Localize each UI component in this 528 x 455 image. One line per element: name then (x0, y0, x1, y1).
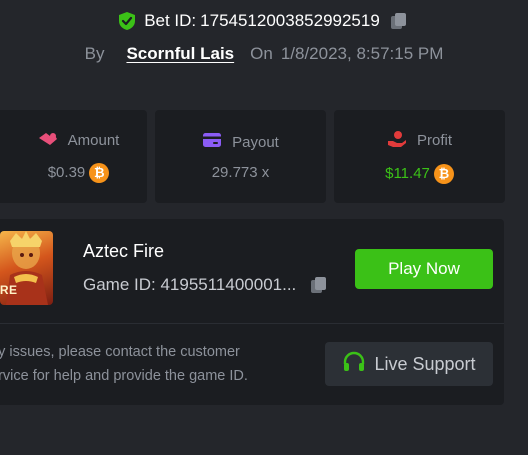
profit-card: Profit $11.47 ₿ (334, 110, 505, 203)
bitcoin-icon: ₿ (89, 162, 110, 183)
play-now-button[interactable]: Play Now (355, 249, 493, 289)
payout-card: Payout 29.773 x (155, 110, 326, 203)
game-id-row: Game ID: 4195511400001... (83, 274, 330, 296)
bet-id-value: 1754512003852992519 (200, 11, 380, 30)
copy-icon[interactable] (308, 274, 330, 296)
card-icon (202, 132, 222, 152)
username-link[interactable]: Scornful Lais (126, 44, 234, 64)
game-thumbnail[interactable]: IRE (0, 231, 53, 305)
live-support-label: Live Support (374, 353, 476, 374)
help-text: ny issues, please contact the customer e… (0, 340, 280, 388)
help-text-line: ervice for help and provide the game ID. (0, 368, 248, 384)
game-id-text: Game ID: 4195511400001... (83, 275, 297, 294)
bitcoin-icon: ₿ (433, 163, 454, 184)
game-title: Aztec Fire (83, 241, 165, 261)
hand-coin-icon (387, 130, 407, 152)
payout-label: Payout (232, 133, 279, 151)
payout-value: 29.773 x (211, 164, 270, 181)
help-text-line: ny issues, please contact the customer (0, 344, 240, 360)
game-card: IRE Aztec Fire Game ID: 4195511400001...… (0, 219, 504, 405)
copy-icon[interactable] (388, 10, 410, 32)
divider (0, 323, 504, 324)
by-label: By (84, 44, 105, 63)
bet-meta-row: By Scornful Lais On 1/8/2023, 8:57:15 PM (0, 42, 528, 66)
on-label: On (250, 44, 273, 63)
live-support-button[interactable]: Live Support (325, 342, 493, 386)
amount-value: $0.39 (47, 164, 86, 181)
wallet-icon (38, 131, 58, 151)
amount-card: Amount $0.39 ₿ (0, 110, 147, 203)
profit-label: Profit (416, 132, 452, 149)
shield-check-icon (118, 11, 136, 31)
headset-icon (342, 351, 366, 378)
bet-id-label: Bet ID: (144, 11, 197, 30)
bet-datetime: 1/8/2023, 8:57:15 PM (280, 44, 444, 63)
profit-value: $11.47 (385, 165, 430, 182)
bet-id-row: Bet ID: 1754512003852992519 (0, 8, 528, 34)
amount-label: Amount (67, 132, 120, 149)
thumbnail-logo-text: IRE (0, 283, 18, 297)
